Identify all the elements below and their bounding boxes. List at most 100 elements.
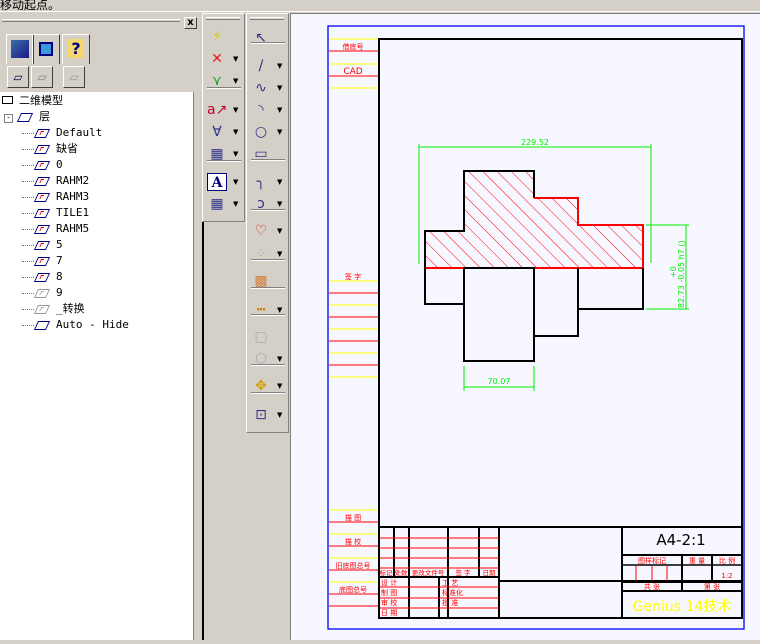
toolbar-grip[interactable] [206, 17, 240, 20]
layer-name: 8 [56, 270, 63, 283]
height-dimension-text[interactable]: 82.73 -0.05 h7 () [677, 240, 686, 308]
model-icon [2, 96, 13, 104]
scale-value: 1:2 [721, 572, 732, 580]
toolbar-separator [251, 159, 285, 161]
layer-item[interactable]: 0 [22, 157, 63, 173]
dropdown-arrow-icon[interactable]: ▼ [277, 406, 285, 424]
new-layer-button[interactable]: ▱ [7, 66, 29, 88]
drawing-canvas[interactable]: 借底号 CAD 签 字描 图描 校旧底图总号 底图总号 229.52 70.07 82… [290, 13, 760, 640]
spline-icon[interactable]: ∿ [251, 79, 271, 97]
label: 图样标记 [638, 556, 666, 565]
part-lower-right [578, 268, 644, 310]
toolbar-separator [251, 314, 285, 316]
layer-item[interactable]: RAHM2 [22, 173, 90, 189]
layer-current-icon[interactable] [33, 272, 51, 282]
layer-item[interactable]: _转换 [22, 301, 85, 317]
tab-help[interactable]: ? [62, 34, 90, 64]
line-icon[interactable]: / [251, 57, 271, 75]
layer-icon[interactable] [33, 192, 51, 202]
layer-name: Default [56, 126, 103, 139]
insert-icon[interactable]: ⊡ [251, 406, 271, 424]
dropdown-arrow-icon[interactable]: ▼ [277, 173, 285, 191]
layer-item[interactable]: 5 [22, 237, 63, 253]
dropdown-arrow-icon[interactable]: ▼ [233, 101, 241, 119]
circle-icon[interactable]: ○ [251, 123, 271, 141]
layer-item[interactable]: TILE1 [22, 205, 89, 221]
layer-properties-button[interactable]: ▱ [31, 66, 53, 88]
sign-label: 制 图 [381, 588, 397, 597]
dropdown-arrow-icon[interactable]: ▼ [233, 173, 241, 191]
layer-icon[interactable] [33, 224, 51, 234]
surface-finish-icon[interactable]: ∀ [207, 123, 227, 141]
delete-layer-button[interactable]: ▱ [63, 66, 85, 88]
layer-item[interactable]: Default [22, 125, 103, 141]
toolbar-separator [207, 87, 241, 89]
tab-layers[interactable] [6, 34, 34, 64]
layer-icon[interactable] [33, 208, 51, 218]
layer-icon[interactable] [33, 256, 51, 266]
layer-icon[interactable] [33, 288, 51, 298]
arc-icon[interactable]: ◝ [251, 101, 271, 119]
table-icon[interactable]: ▦ [207, 195, 227, 213]
layer-item[interactable]: RAHM3 [22, 189, 89, 205]
bottom-dimension-text[interactable]: 70.07 [488, 377, 511, 386]
sign-label: 日 期 [381, 609, 397, 617]
dropdown-arrow-icon[interactable]: ▼ [233, 123, 241, 141]
layer-icon[interactable] [33, 176, 51, 186]
dropdown-arrow-icon[interactable]: ▼ [233, 50, 241, 68]
width-dimension-text[interactable]: 229.52 [521, 138, 549, 147]
label: 第 张 [704, 582, 720, 591]
dropdown-arrow-icon[interactable]: ▼ [277, 101, 285, 119]
region-icon[interactable]: ♡ [251, 222, 271, 240]
tab-objects[interactable] [32, 34, 60, 64]
label: 描 图 [345, 513, 361, 522]
annotation-icon[interactable]: a↗ [207, 101, 227, 119]
toolbar-separator [251, 364, 285, 366]
dropdown-arrow-icon[interactable]: ▼ [277, 123, 285, 141]
layer-icon[interactable] [33, 160, 51, 170]
layer-icon[interactable] [33, 128, 51, 138]
smart-dimension-icon[interactable]: ⚡ [207, 28, 227, 46]
layer-item[interactable]: Auto - Hide [22, 317, 129, 333]
dropdown-arrow-icon[interactable]: ▼ [277, 301, 285, 319]
layer-props-icon: ▱ [37, 70, 47, 84]
collapse-icon[interactable]: - [4, 114, 13, 123]
part-lower-center [463, 267, 535, 362]
toolbar-grip[interactable] [250, 17, 284, 20]
layer-icon[interactable] [33, 240, 51, 250]
dropdown-arrow-icon[interactable]: ▼ [233, 195, 241, 213]
text-icon[interactable]: A [207, 173, 227, 191]
tree-layers-node[interactable]: -层 [4, 109, 50, 125]
layer-icon[interactable] [33, 320, 51, 330]
dropdown-arrow-icon[interactable]: ▼ [277, 79, 285, 97]
new-layer-icon: ▱ [13, 70, 23, 84]
layer-item[interactable]: 8 [22, 269, 63, 285]
panel-grip[interactable] [2, 19, 180, 22]
edit-view-icon[interactable]: ▢ [251, 328, 271, 346]
fillet-icon[interactable]: ╮ [251, 173, 271, 191]
layer-name: _转换 [56, 302, 85, 315]
dropdown-arrow-icon[interactable]: ▼ [277, 222, 285, 240]
layer-item[interactable]: 7 [22, 253, 63, 269]
select-icon[interactable]: ↖ [251, 29, 271, 47]
layers-book-icon [11, 40, 29, 58]
layer-item[interactable]: 缺省 [22, 141, 78, 157]
tree-root[interactable]: 二维模型 [2, 93, 63, 109]
toolbar-separator [251, 209, 285, 211]
tree-root-label: 二维模型 [19, 94, 63, 107]
label: 比 例 [719, 556, 735, 565]
layer-name: RAHM2 [56, 174, 90, 187]
dropdown-arrow-icon[interactable]: ▼ [277, 57, 285, 75]
left-strip: 借底号 CAD 签 字描 图描 校旧底图总号底图总号 [329, 38, 378, 607]
layer-item[interactable]: RAHM5 [22, 221, 89, 237]
sign-label: 工 艺 [442, 579, 458, 587]
layer-icon[interactable] [33, 304, 51, 314]
close-panel-button[interactable]: x [184, 17, 197, 29]
measure-icon[interactable]: ┅ [251, 301, 271, 319]
tree-scrollbar[interactable] [193, 92, 200, 640]
splitter[interactable] [202, 222, 204, 640]
layer-item[interactable]: 9 [22, 285, 63, 301]
layer-icon[interactable] [33, 144, 51, 154]
rev-header: 处数 [395, 568, 409, 577]
linear-dimension-icon[interactable]: ✕ [207, 50, 227, 68]
